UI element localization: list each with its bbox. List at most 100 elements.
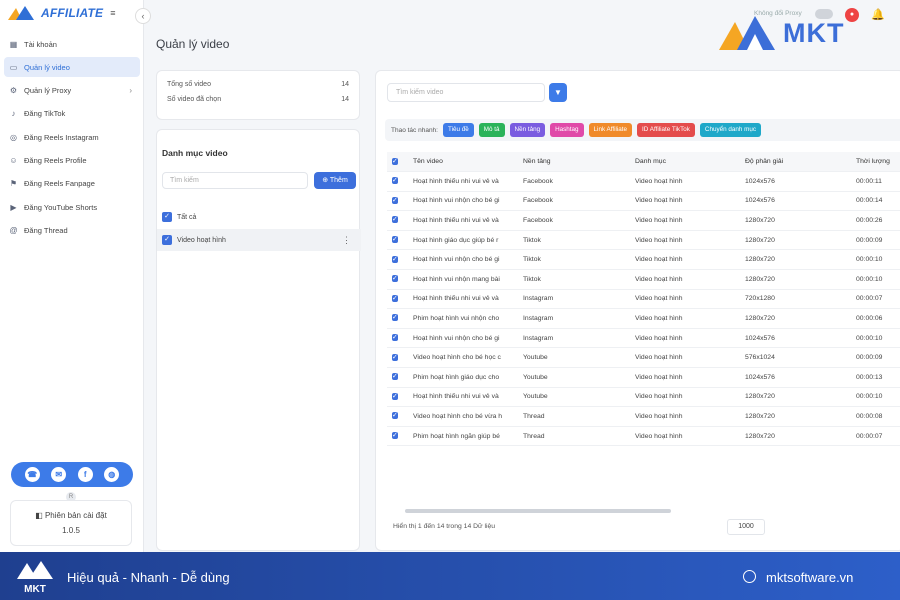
table-cell: Phim hoạt hình ngắn giúp bé bbox=[413, 432, 500, 440]
sidebar-item-3[interactable]: ♪ Đăng TikTok bbox=[4, 104, 140, 124]
sidebar-item-5[interactable]: ☺ Đăng Reels Profile bbox=[4, 150, 140, 170]
row-checkbox[interactable]: ✓ bbox=[392, 432, 398, 440]
table-cell: 00:00:07 bbox=[856, 432, 883, 440]
add-category-button[interactable]: ⊕ Thêm bbox=[314, 172, 356, 189]
messenger-icon[interactable]: ✉ bbox=[51, 467, 67, 482]
table-row[interactable]: ✓ Hoạt hình vui nhộn mang bài Tiktok Video … bbox=[387, 270, 900, 290]
row-checkbox[interactable]: ✓ bbox=[392, 294, 398, 302]
sidebar-item-0[interactable]: ▦ Tài khoản bbox=[4, 34, 140, 54]
plus-icon: ⊕ bbox=[322, 177, 330, 184]
sidebar-collapse-button[interactable]: ‹ bbox=[135, 8, 151, 24]
quick-action-2[interactable]: Nền tảng bbox=[509, 123, 546, 137]
row-checkbox[interactable]: ✓ bbox=[392, 314, 398, 322]
video-table: ✓ Tên video Nền tảng Danh mục Độ phân giải Th… bbox=[387, 152, 900, 447]
table-cell: Video hoạt hình bbox=[635, 295, 683, 303]
checkbox-checked-icon[interactable]: ✓ bbox=[162, 235, 172, 245]
banner-website[interactable]: mktsoftware.vn bbox=[766, 570, 853, 585]
row-checkbox[interactable]: ✓ bbox=[392, 334, 398, 342]
column-header[interactable]: Tên video bbox=[409, 158, 519, 165]
chevron-right-icon: › bbox=[129, 86, 132, 96]
row-checkbox[interactable]: ✓ bbox=[392, 275, 398, 283]
version-icon: ◧ bbox=[35, 511, 45, 520]
version-label: Phiên bản cài đặt bbox=[44, 511, 107, 520]
select-all-checkbox[interactable]: ✓ bbox=[392, 157, 398, 165]
sidebar-item-label: Đăng YouTube Shorts bbox=[24, 202, 98, 212]
row-checkbox[interactable]: ✓ bbox=[392, 392, 398, 400]
filter-icon[interactable]: ▼ bbox=[549, 83, 567, 102]
menu-icon[interactable]: ≡ bbox=[110, 8, 115, 18]
horizontal-scrollbar[interactable] bbox=[405, 509, 671, 513]
row-check-cell: ✓ bbox=[387, 411, 409, 421]
bell-icon[interactable]: 🔔 bbox=[871, 8, 885, 21]
table-cell: Hoạt hình giáo dục giúp bé r bbox=[413, 236, 499, 244]
row-checkbox[interactable]: ✓ bbox=[392, 255, 398, 263]
table-cell: Video hoạt hình bbox=[635, 236, 683, 244]
quick-action-6[interactable]: Chuyển danh mục bbox=[699, 123, 761, 137]
sidebar-item-2[interactable]: ⚙ Quản lý Proxy › bbox=[4, 81, 140, 101]
row-checkbox[interactable]: ✓ bbox=[392, 353, 398, 361]
sidebar-item-1[interactable]: ▭ Quản lý video bbox=[4, 57, 140, 78]
quick-action-3[interactable]: Hashtag bbox=[550, 123, 584, 137]
social-links: ☎ ✉ f ◍ bbox=[11, 462, 133, 487]
row-checkbox[interactable]: ✓ bbox=[392, 373, 398, 381]
table-row[interactable]: ✓ Video hoạt hình cho bé vừa h Thread Video… bbox=[387, 407, 900, 427]
table-cell: Hoạt hình thiếu nhi vui vẻ và bbox=[413, 393, 499, 401]
table-row[interactable]: ✓ Phim hoạt hình ngắn giúp bé Thread Video … bbox=[387, 427, 900, 447]
sidebar-item-6[interactable]: ⚑ Đăng Reels Fanpage bbox=[4, 174, 140, 194]
sidebar-item-7[interactable]: ▶ Đăng YouTube Shorts bbox=[4, 197, 140, 217]
column-header[interactable]: Danh mục bbox=[631, 158, 741, 165]
table-row[interactable]: ✓ Hoạt hình vui nhộn cho bé gi Instagram Vi… bbox=[387, 329, 900, 349]
category-item-all[interactable]: ✓ Tất cả bbox=[157, 206, 361, 228]
app-logo[interactable]: AFFILIATE ≡ bbox=[8, 6, 116, 20]
sidebar-item-label: Tài khoản bbox=[24, 39, 57, 49]
row-checkbox[interactable]: ✓ bbox=[392, 177, 398, 185]
column-header[interactable]: Thời lượng bbox=[852, 158, 900, 165]
table-cell: Hoạt hình thiếu nhi vui vẻ và bbox=[413, 295, 499, 303]
table-row[interactable]: ✓ Hoạt hình thiếu nhi vui vẻ và Youtube Vid… bbox=[387, 388, 900, 408]
table-row[interactable]: ✓ Hoạt hình thiếu nhi vui vẻ và Facebook Vi… bbox=[387, 211, 900, 231]
globe-icon[interactable]: ◍ bbox=[104, 467, 120, 482]
table-cell: 1024x576 bbox=[745, 334, 775, 342]
category-item-cartoon[interactable]: ✓ Video hoạt hình ⋮ bbox=[157, 229, 361, 251]
table-header: ✓ Tên video Nền tảng Danh mục Độ phân giải Th… bbox=[387, 152, 900, 172]
table-cell: Video hoạt hình cho bé học c bbox=[413, 354, 501, 362]
brand-logo-icon bbox=[719, 16, 775, 50]
support-icon[interactable]: ☎ bbox=[24, 467, 40, 482]
table-cell: 1280x720 bbox=[745, 432, 775, 440]
user-avatar[interactable]: ● bbox=[845, 8, 859, 22]
table-row[interactable]: ✓ Phim hoạt hình giáo dục cho Youtube Video… bbox=[387, 368, 900, 388]
table-row[interactable]: ✓ Video hoạt hình cho bé học c Youtube Vide… bbox=[387, 348, 900, 368]
table-cell: Facebook bbox=[523, 177, 553, 185]
facebook-icon[interactable]: f bbox=[77, 467, 93, 482]
column-header[interactable]: Nền tảng bbox=[519, 158, 631, 165]
quick-action-5[interactable]: ID Affiliate TikTok bbox=[637, 123, 695, 137]
table-row[interactable]: ✓ Phim hoạt hình vui nhộn cho Instagram Vid… bbox=[387, 309, 900, 329]
sidebar-item-8[interactable]: @ Đăng Thread bbox=[4, 220, 140, 240]
category-search-input[interactable]: Tìm kiếm bbox=[162, 172, 308, 189]
table-row[interactable]: ✓ Hoạt hình vui nhộn cho bé gi Tiktok Video… bbox=[387, 250, 900, 270]
column-header[interactable]: Độ phân giải bbox=[741, 158, 852, 165]
table-row[interactable]: ✓ Hoạt hình thiếu nhi vui vẻ và Facebook Vi… bbox=[387, 172, 900, 192]
table-row[interactable]: ✓ Hoạt hình giáo dục giúp bé r Tiktok Video… bbox=[387, 231, 900, 251]
sidebar-nav: ▦ Tài khoản ▭ Quản lý video ⚙ Quản lý Proxy › ♪… bbox=[4, 34, 140, 244]
quick-action-4[interactable]: Link Affiliate bbox=[588, 123, 633, 137]
kebab-menu-icon[interactable]: ⋮ bbox=[342, 235, 351, 246]
table-cell: Video hoạt hình bbox=[635, 197, 683, 205]
row-checkbox[interactable]: ✓ bbox=[392, 412, 398, 420]
video-search-input[interactable]: Tìm kiếm video bbox=[387, 83, 545, 102]
quick-action-0[interactable]: Tiêu đề bbox=[442, 123, 474, 137]
row-checkbox[interactable]: ✓ bbox=[392, 216, 398, 224]
sidebar-item-4[interactable]: ◎ Đăng Reels Instagram bbox=[4, 127, 140, 147]
logo-mark-icon bbox=[8, 6, 34, 20]
stats-card: Tổng số video 14 Số video đã chọn 14 bbox=[156, 70, 360, 120]
row-checkbox[interactable]: ✓ bbox=[392, 196, 398, 204]
banner-logo-icon: MKT bbox=[17, 561, 53, 595]
table-cell: Facebook bbox=[523, 216, 553, 224]
quick-action-1[interactable]: Mô tả bbox=[478, 123, 505, 137]
row-checkbox[interactable]: ✓ bbox=[392, 236, 398, 244]
table-cell: Video hoạt hình bbox=[635, 354, 683, 362]
page-size-select[interactable]: 1000 bbox=[727, 519, 765, 535]
table-row[interactable]: ✓ Hoạt hình vui nhộn cho bé gi Facebook Vid… bbox=[387, 192, 900, 212]
table-row[interactable]: ✓ Hoạt hình thiếu nhi vui vẻ và Instagram V… bbox=[387, 290, 900, 310]
checkbox-checked-icon[interactable]: ✓ bbox=[162, 212, 172, 222]
